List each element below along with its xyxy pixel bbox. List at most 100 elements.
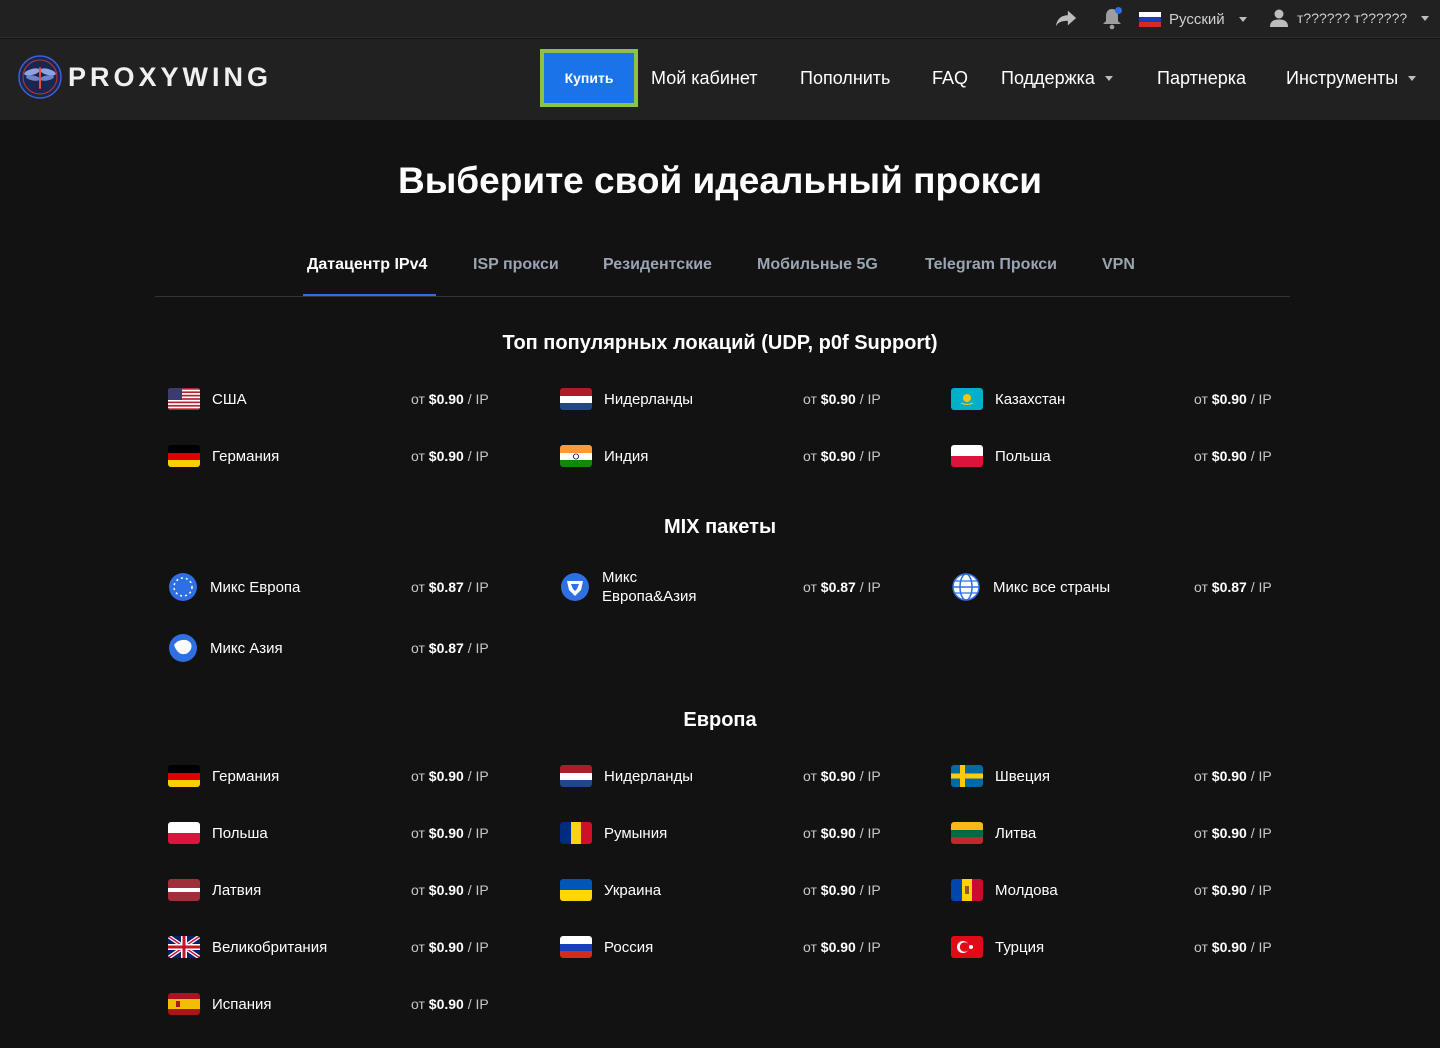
tab-datacenter-ipv4[interactable]: Датацентр IPv4 [307,256,427,274]
location-row[interactable]: Нидерланды [560,761,774,791]
price-prefix: от [411,939,425,955]
language-selector[interactable]: Русский [1139,9,1247,29]
nav-topup[interactable]: Пополнить [800,68,890,89]
buy-button[interactable]: Купить [540,49,638,107]
price-value: $0.90 [428,996,464,1012]
tab-residential[interactable]: Резидентские [603,256,712,274]
location-row[interactable]: Нидерланды [560,384,774,414]
price-prefix: от [411,579,425,595]
price-prefix: от [1194,579,1208,595]
language-label: Русский [1169,10,1225,28]
price-prefix: от [411,768,425,784]
price-value: $0.90 [1211,825,1247,841]
flag-kz-icon [951,388,983,410]
location-row[interactable]: Микс Азия [168,633,380,663]
tab-telegram[interactable]: Telegram Прокси [925,256,1057,274]
location-price: от $0.90 / IP [803,391,881,407]
location-name: Микс Европа [210,578,301,596]
flag-us-icon [168,388,200,410]
russia-flag-icon [1139,11,1161,27]
tab-mobile-5g[interactable]: Мобильные 5G [757,256,878,274]
location-row[interactable]: Микс Европа&Азия [560,569,712,605]
section-title-europe: Европа [683,709,757,731]
location-price: от $0.90 / IP [411,768,489,784]
location-name: Казахстан [995,390,1066,408]
location-price: от $0.90 / IP [411,391,489,407]
nav-support-label: Поддержка [1001,68,1095,88]
location-row[interactable]: Польша [951,441,1165,471]
price-value: $0.90 [820,391,856,407]
location-row[interactable]: Швеция [951,761,1165,791]
location-price: от $0.87 / IP [411,579,489,595]
nav-tools[interactable]: Инструменты [1286,68,1417,89]
location-row[interactable]: Германия [168,441,382,471]
notification-bell-icon[interactable] [1101,6,1123,30]
flag-pl-icon [951,445,983,467]
location-row[interactable]: Румыния [560,818,774,848]
globe-euasia-icon [561,573,589,601]
user-menu[interactable]: т?????? т?????? [1269,7,1430,29]
price-value: $0.90 [820,882,856,898]
location-price: от $0.90 / IP [803,825,881,841]
price-suffix: / IP [859,939,881,955]
location-name: Микс все страны [993,578,1111,596]
location-row[interactable]: Микс все страны [951,572,1163,602]
price-suffix: / IP [467,768,489,784]
price-suffix: / IP [1250,825,1272,841]
location-row[interactable]: Россия [560,932,774,962]
location-row[interactable]: США [168,384,382,414]
username: т?????? т?????? [1297,10,1408,26]
price-suffix: / IP [467,579,489,595]
location-price: от $0.90 / IP [411,882,489,898]
price-value: $0.87 [428,579,464,595]
price-prefix: от [803,579,817,595]
flag-ua-icon [560,879,592,901]
location-row[interactable]: Литва [951,818,1165,848]
price-value: $0.90 [1211,448,1247,464]
price-value: $0.90 [428,825,464,841]
location-row[interactable]: Казахстан [951,384,1165,414]
location-price: от $0.87 / IP [803,579,881,595]
price-prefix: от [411,882,425,898]
location-row[interactable]: Турция [951,932,1165,962]
location-row[interactable]: Великобритания [168,932,382,962]
location-name: Латвия [212,881,262,899]
flag-ro-icon [560,822,592,844]
nav-support[interactable]: Поддержка [1001,68,1113,89]
logo[interactable]: PROXYWING [18,55,272,99]
location-price: от $0.90 / IP [803,448,881,464]
location-price: от $0.90 / IP [1194,939,1272,955]
location-name: Швеция [995,767,1050,785]
location-row[interactable]: Индия [560,441,774,471]
price-prefix: от [411,640,425,656]
price-value: $0.87 [1211,579,1247,595]
location-row[interactable]: Молдова [951,875,1165,905]
price-suffix: / IP [859,448,881,464]
location-price: от $0.90 / IP [411,448,489,464]
location-row[interactable]: Микс Европа [168,572,380,602]
location-row[interactable]: Испания [168,989,382,1019]
location-row[interactable]: Польша [168,818,382,848]
location-row[interactable]: Латвия [168,875,382,905]
tab-vpn[interactable]: VPN [1102,256,1135,274]
location-name: Германия [212,767,280,785]
active-tab-indicator [303,294,436,296]
nav-faq[interactable]: FAQ [932,68,968,89]
price-suffix: / IP [859,825,881,841]
buy-button-label: Купить [564,70,614,86]
location-name: Микс Европа&Азия [602,569,697,605]
tab-isp[interactable]: ISP прокси [473,256,559,274]
location-price: от $0.90 / IP [1194,391,1272,407]
price-suffix: / IP [467,996,489,1012]
location-row[interactable]: Германия [168,761,382,791]
flag-de-icon [168,445,200,467]
nav-partner[interactable]: Партнерка [1157,68,1246,89]
nav-cabinet-label: Мой кабинет [651,68,758,88]
nav-cabinet[interactable]: Мой кабинет [651,68,758,89]
location-row[interactable]: Украина [560,875,774,905]
location-name: Турция [995,938,1045,956]
dragonfly-logo-icon [18,55,62,99]
share-icon[interactable] [1055,8,1077,28]
price-prefix: от [1194,939,1208,955]
globe-europe-icon [169,573,197,601]
